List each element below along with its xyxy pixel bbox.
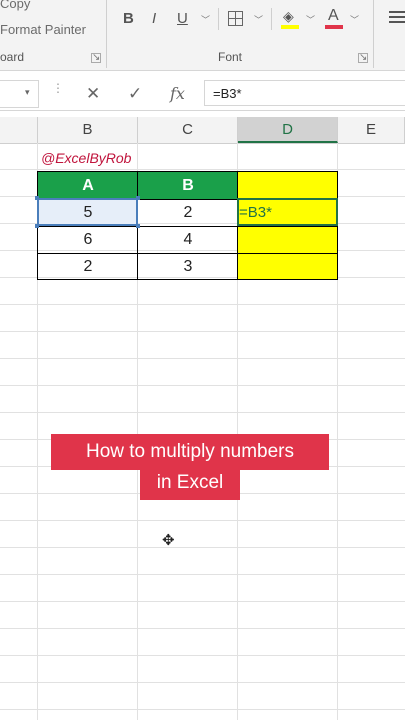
font-color-dropdown-chevron-icon[interactable]: ﹀: [350, 13, 359, 26]
gridline: [0, 574, 405, 575]
column-header-b[interactable]: B: [38, 117, 138, 143]
ribbon-separator: [218, 8, 219, 30]
reference-handle[interactable]: [35, 196, 39, 200]
underline-dropdown-chevron-icon[interactable]: ﹀: [201, 13, 210, 26]
ribbon-separator: [373, 0, 374, 68]
fill-color-bar: [281, 25, 299, 29]
select-all-corner[interactable]: [0, 117, 38, 143]
clipboard-dialog-launcher-icon[interactable]: ↘: [91, 53, 101, 63]
gridline: [0, 655, 405, 656]
borders-dropdown-chevron-icon[interactable]: ﹀: [254, 13, 263, 26]
ribbon: Copy Format Painter oard ↘ B I U ﹀ ﹀ ◈ ﹀…: [0, 0, 405, 71]
font-color-letter: A: [328, 7, 339, 24]
gridline: [0, 385, 405, 386]
cell-b5[interactable]: 2: [38, 253, 138, 280]
table-header-d[interactable]: [238, 172, 338, 199]
watermark: @ExcelByRob: [41, 150, 132, 166]
cell-c5[interactable]: 3: [138, 253, 238, 280]
table-border: [37, 226, 338, 227]
gridline: [0, 412, 405, 413]
underline-button[interactable]: U: [177, 10, 188, 27]
copy-button[interactable]: Copy: [0, 0, 30, 11]
formula-bar: ▾ ⋮ ✕ ✓ fx =B3*: [0, 78, 405, 111]
cell-cursor-icon: ✥: [162, 532, 175, 549]
reference-handle[interactable]: [35, 224, 39, 228]
ribbon-separator: [271, 8, 272, 30]
gridline: [0, 628, 405, 629]
cancel-icon[interactable]: ✕: [86, 84, 100, 104]
fill-color-dropdown-chevron-icon[interactable]: ﹀: [306, 13, 315, 26]
fill-color-button[interactable]: ◈: [281, 8, 299, 29]
active-cell-border: [237, 198, 338, 226]
cell-d5[interactable]: [238, 253, 338, 280]
align-lines-icon[interactable]: [389, 11, 405, 25]
formula-reference-highlight: [37, 198, 138, 226]
title-overlay: How to multiply numbers in Excel: [51, 434, 329, 500]
name-box-chevron-icon[interactable]: ▾: [25, 87, 30, 98]
font-dialog-launcher-icon[interactable]: ↘: [358, 53, 368, 63]
format-painter-button[interactable]: Format Painter: [0, 22, 86, 37]
italic-button[interactable]: I: [152, 10, 156, 27]
font-group-label: Font: [218, 50, 243, 64]
borders-grid-icon-h: [229, 18, 242, 19]
gridline: [0, 682, 405, 683]
gridline: [0, 358, 405, 359]
table-border: [37, 171, 338, 172]
column-header-c[interactable]: C: [138, 117, 238, 143]
cell-b4[interactable]: 6: [38, 226, 138, 253]
column-header-e[interactable]: E: [338, 117, 405, 143]
cell-c3[interactable]: 2: [138, 199, 238, 226]
formula-input[interactable]: =B3*: [204, 80, 405, 106]
reference-handle[interactable]: [136, 196, 140, 200]
table-header-a[interactable]: A: [38, 172, 138, 199]
name-box[interactable]: ▾: [0, 80, 39, 108]
cell-d4[interactable]: [238, 226, 338, 253]
formula-bar-grip-icon[interactable]: ⋮: [52, 82, 64, 94]
title-line-1: How to multiply numbers: [51, 434, 329, 470]
table-header-b[interactable]: B: [138, 172, 238, 199]
column-header-row: B C D E: [0, 117, 405, 144]
table-border: [37, 253, 338, 254]
gridline: [0, 331, 405, 332]
cell-c4[interactable]: 4: [138, 226, 238, 253]
gridline: [0, 709, 405, 710]
gridline: [0, 169, 405, 170]
gridline: [0, 601, 405, 602]
gridline: [0, 520, 405, 521]
title-line-2: in Excel: [140, 468, 240, 500]
gridline: [0, 304, 405, 305]
insert-function-icon[interactable]: fx: [170, 84, 185, 103]
font-color-bar: [325, 25, 343, 29]
font-color-button[interactable]: A: [325, 7, 343, 29]
bold-button[interactable]: B: [123, 10, 134, 27]
enter-icon[interactable]: ✓: [128, 84, 142, 104]
reference-handle[interactable]: [136, 224, 140, 228]
column-header-d[interactable]: D: [238, 117, 338, 143]
borders-button[interactable]: [228, 11, 243, 26]
ribbon-separator: [106, 0, 107, 68]
paint-bucket-icon: ◈: [283, 8, 294, 24]
gridline: [0, 547, 405, 548]
clipboard-group-label: oard: [0, 50, 25, 64]
table-border: [37, 279, 338, 280]
